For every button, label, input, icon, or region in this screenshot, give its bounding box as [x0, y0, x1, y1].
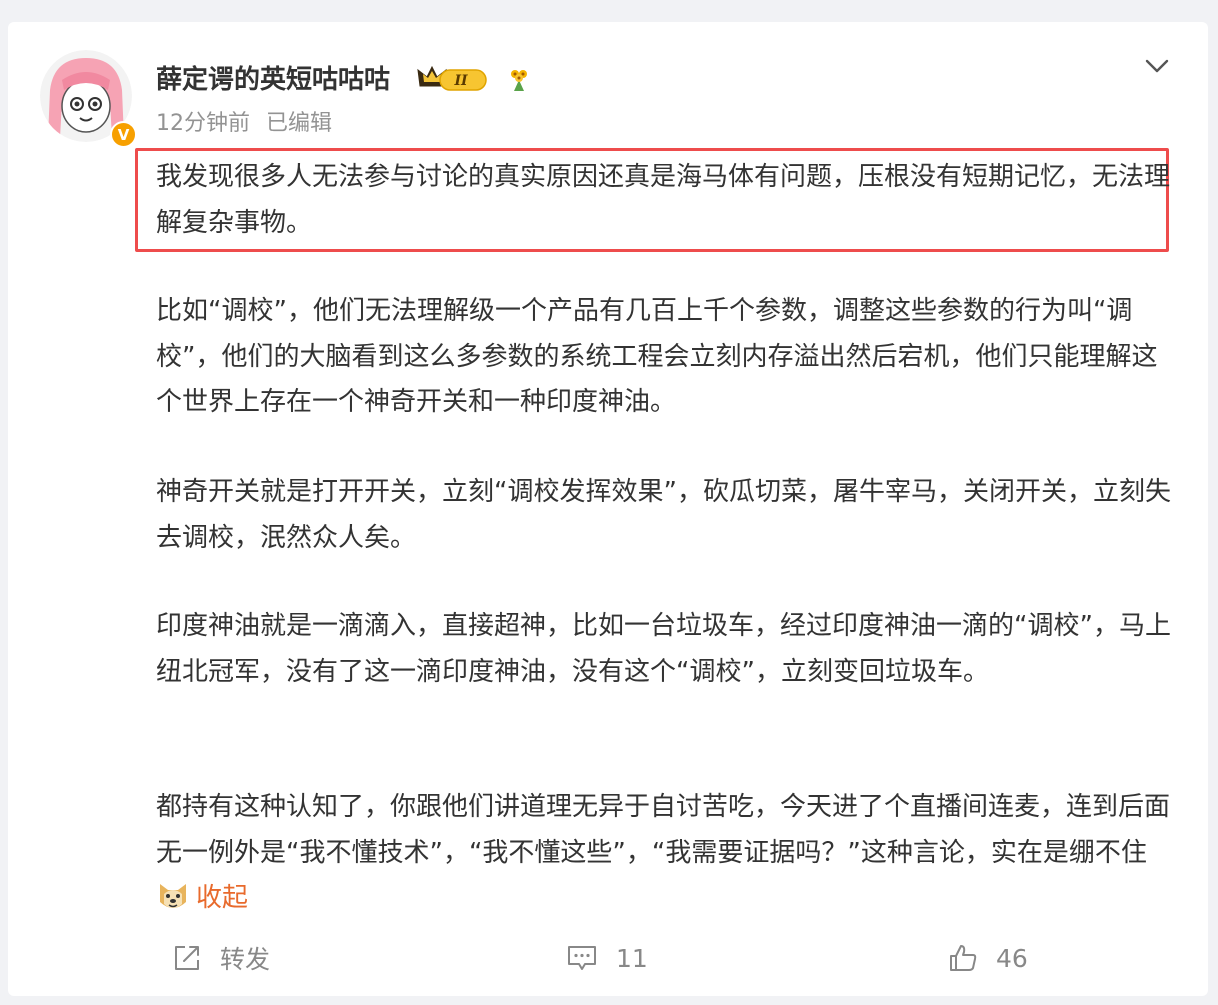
chevron-down-icon[interactable]	[1144, 56, 1170, 76]
share-label: 转发	[220, 945, 271, 974]
like-count: 46	[996, 943, 1028, 973]
post-paragraph-4: 印度神油就是一滴滴入，直接超神，比如一台垃圾车，经过印度神油一滴的“调校”，马上…	[156, 611, 1171, 687]
flower-badge-icon[interactable]	[506, 66, 532, 92]
post-time[interactable]: 12分钟前	[156, 111, 250, 136]
share-button[interactable]: 转发	[172, 938, 270, 978]
share-icon	[175, 946, 199, 970]
username[interactable]: 薛定谔的英短咕咕咕	[156, 62, 390, 98]
post-paragraph-5-container: 都持有这种认知了，你跟他们讲道理无异于自讨苦吃，今天进了个直播间连麦，连到后面无…	[156, 785, 1176, 922]
level-badge-label: II	[453, 73, 468, 89]
collapse-link[interactable]: 收起	[196, 883, 248, 913]
post-meta: 12分钟前 已编辑	[156, 108, 332, 140]
post-paragraph-5: 都持有这种认知了，你跟他们讲道理无异于自讨苦吃，今天进了个直播间连麦，连到后面无…	[156, 792, 1171, 868]
post-paragraph-1: 我发现很多人无法参与讨论的真实原因还真是海马体有问题，压根没有短期记忆，无法理解…	[156, 162, 1171, 238]
doge-emoji-icon	[156, 880, 190, 912]
edited-label[interactable]: 已编辑	[266, 111, 332, 136]
verified-badge-icon: V	[110, 121, 137, 148]
thumbs-up-icon	[950, 945, 977, 971]
comment-count: 11	[616, 943, 648, 973]
post-paragraph-3: 神奇开关就是打开开关，立刻“调校发挥效果”，砍瓜切菜，屠牛宰马，关闭开关，立刻失…	[156, 477, 1171, 553]
comment-button[interactable]: 11	[566, 938, 648, 978]
member-crown-badge-icon[interactable]: II	[416, 64, 490, 94]
post-paragraph-2: 比如“调校”，他们无法理解级一个产品有几百上千个参数，调整这些参数的行为叫“调校…	[156, 296, 1158, 417]
comment-icon	[568, 946, 596, 970]
like-button[interactable]: 46	[948, 938, 1028, 978]
